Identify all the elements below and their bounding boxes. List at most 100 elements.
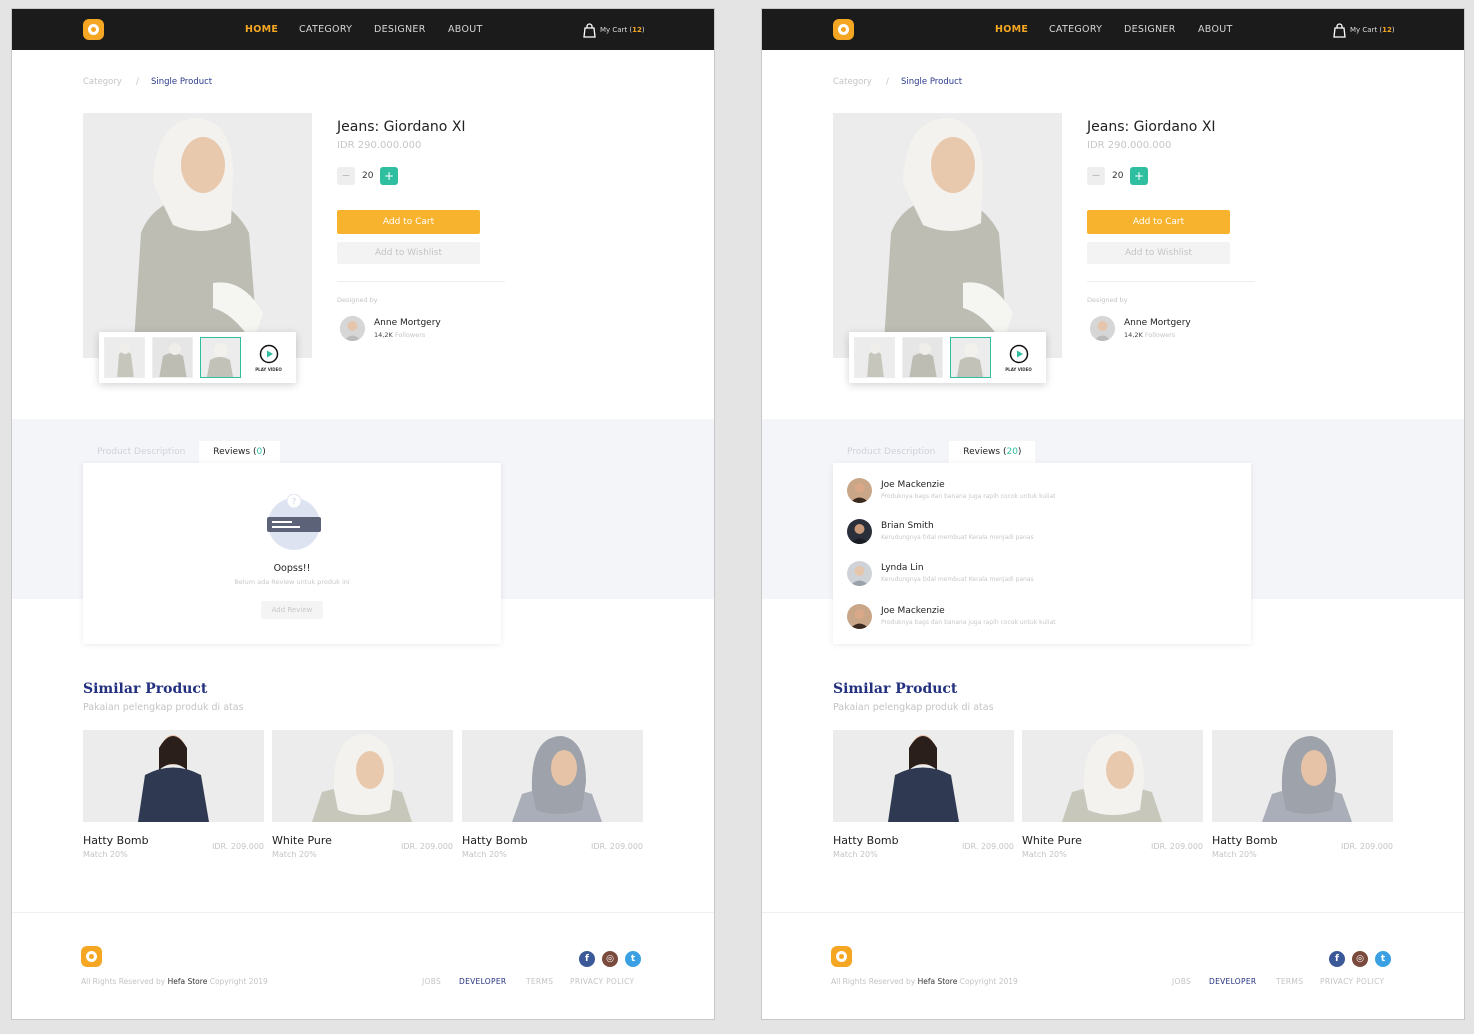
footer-link-jobs[interactable]: JOBS — [422, 977, 441, 986]
quantity-minus-button[interactable]: − — [337, 167, 355, 185]
similar-product-card[interactable]: Hatty Bomb Match 20% IDR. 209.000 — [462, 730, 643, 859]
similar-product-name[interactable]: Hatty Bomb — [1212, 834, 1278, 847]
quantity-plus-button[interactable]: + — [1130, 167, 1148, 185]
add-to-cart-button[interactable]: Add to Cart — [337, 210, 480, 234]
logo-ring-icon[interactable] — [833, 19, 854, 40]
nav-home[interactable]: HOME — [245, 24, 278, 35]
thumbnail-2[interactable] — [902, 337, 943, 378]
footer-link-developer[interactable]: DEVELOPER — [1209, 977, 1256, 986]
reviews-list-card: Joe Mackenzie Produknya bags dan banana … — [833, 463, 1251, 644]
footer-link-terms[interactable]: TERMS — [1276, 977, 1303, 986]
footer-logo-icon[interactable] — [81, 946, 102, 967]
nav-home[interactable]: HOME — [995, 24, 1028, 35]
nav-designer[interactable]: DESIGNER — [374, 24, 426, 35]
thumbnail-strip: PLAY VIDEO — [849, 332, 1046, 383]
facebook-icon[interactable]: f — [579, 951, 595, 967]
thumbnail-2[interactable] — [152, 337, 193, 378]
similar-product-price: IDR. 209.000 — [962, 842, 1014, 851]
designer-name[interactable]: Anne Mortgery — [374, 318, 441, 328]
play-circle-icon — [259, 344, 278, 363]
reviewer-name[interactable]: Joe Mackenzie — [881, 606, 945, 616]
footer-logo-icon[interactable] — [831, 946, 852, 967]
review-item: Joe Mackenzie Produknya bags dan banana … — [847, 604, 1237, 634]
similar-product-image[interactable] — [83, 730, 264, 822]
similar-product-image[interactable] — [462, 730, 643, 822]
similar-product-name[interactable]: Hatty Bomb — [833, 834, 899, 847]
similar-product-card[interactable]: Hatty Bomb Match 20% IDR. 209.000 — [83, 730, 264, 859]
footer-link-developer[interactable]: DEVELOPER — [459, 977, 506, 986]
reviewer-name[interactable]: Brian Smith — [881, 521, 934, 531]
similar-product-name[interactable]: White Pure — [272, 834, 332, 847]
designer-avatar[interactable] — [340, 316, 365, 341]
designer-followers: 14,2K Followers — [1124, 331, 1175, 339]
similar-product-match: Match 20% — [83, 850, 128, 859]
similar-product-name[interactable]: Hatty Bomb — [462, 834, 528, 847]
cart-label-close: ) — [641, 26, 645, 34]
nav-category[interactable]: CATEGORY — [1049, 24, 1102, 35]
similar-product-image[interactable] — [1022, 730, 1203, 822]
footer-link-privacy[interactable]: PRIVACY POLICY — [1320, 977, 1384, 986]
similar-product-card[interactable]: White Pure Match 20% IDR. 209.000 — [1022, 730, 1203, 859]
footer-link-jobs[interactable]: JOBS — [1172, 977, 1191, 986]
reviewer-name[interactable]: Joe Mackenzie — [881, 480, 945, 490]
product-price: IDR 290.000.000 — [337, 140, 422, 151]
thumbnail-3-selected[interactable] — [950, 337, 991, 378]
copyright-suffix: Copyright 2019 — [209, 977, 268, 986]
add-to-wishlist-button[interactable]: Add to Wishlist — [337, 242, 480, 264]
tab-product-description[interactable]: Product Description — [83, 441, 199, 463]
add-to-wishlist-button[interactable]: Add to Wishlist — [1087, 242, 1230, 264]
breadcrumb-category[interactable]: Category — [83, 77, 122, 87]
copyright-prefix: All Rights Reserved by — [81, 977, 166, 986]
followers-count: 14,2K — [374, 331, 393, 339]
instagram-icon[interactable]: ◎ — [602, 951, 618, 967]
twitter-icon[interactable]: t — [1375, 951, 1391, 967]
add-to-cart-button[interactable]: Add to Cart — [1087, 210, 1230, 234]
nav-about[interactable]: ABOUT — [1198, 24, 1233, 35]
logo-ring-icon[interactable] — [83, 19, 104, 40]
similar-product-name[interactable]: Hatty Bomb — [83, 834, 149, 847]
tab-reviews[interactable]: Reviews (0) — [199, 441, 280, 463]
followers-count: 14,2K — [1124, 331, 1143, 339]
thumbnail-1[interactable] — [854, 337, 895, 378]
footer-link-privacy[interactable]: PRIVACY POLICY — [570, 977, 634, 986]
nav-category[interactable]: CATEGORY — [299, 24, 352, 35]
similar-product-name[interactable]: White Pure — [1022, 834, 1082, 847]
nav-about[interactable]: ABOUT — [448, 24, 483, 35]
quantity-value: 20 — [1112, 171, 1124, 181]
designer-avatar[interactable] — [1090, 316, 1115, 341]
play-video-button[interactable]: PLAY VIDEO — [998, 337, 1039, 378]
nav-designer[interactable]: DESIGNER — [1124, 24, 1176, 35]
quantity-plus-button[interactable]: + — [380, 167, 398, 185]
copyright-brand[interactable]: Hefa Store — [168, 977, 208, 986]
breadcrumb-separator: / — [136, 77, 139, 87]
thumbnail-1[interactable] — [104, 337, 145, 378]
facebook-icon[interactable]: f — [1329, 951, 1345, 967]
reviewer-avatar[interactable] — [847, 604, 872, 629]
play-video-button[interactable]: PLAY VIDEO — [248, 337, 289, 378]
reviewer-name[interactable]: Lynda Lin — [881, 563, 924, 573]
footer-link-terms[interactable]: TERMS — [526, 977, 553, 986]
copyright-brand[interactable]: Hefa Store — [918, 977, 958, 986]
tab-reviews[interactable]: Reviews (20) — [949, 441, 1036, 463]
review-text: Kerudungnya tidal membuat Kerala menjadi… — [881, 576, 1034, 583]
cart-link[interactable]: My Cart (12) — [583, 22, 645, 38]
instagram-icon[interactable]: ◎ — [1352, 951, 1368, 967]
designer-name[interactable]: Anne Mortgery — [1124, 318, 1191, 328]
similar-product-image[interactable] — [1212, 730, 1393, 822]
reviewer-avatar[interactable] — [847, 561, 872, 586]
tab-product-description[interactable]: Product Description — [833, 441, 949, 463]
quantity-minus-button[interactable]: − — [1087, 167, 1105, 185]
cart-link[interactable]: My Cart (12) — [1333, 22, 1395, 38]
similar-product-image[interactable] — [272, 730, 453, 822]
similar-product-image[interactable] — [833, 730, 1014, 822]
similar-product-card[interactable]: Hatty Bomb Match 20% IDR. 209.000 — [833, 730, 1014, 859]
twitter-icon[interactable]: t — [625, 951, 641, 967]
reviewer-avatar[interactable] — [847, 519, 872, 544]
reviewer-avatar[interactable] — [847, 478, 872, 503]
add-review-button[interactable]: Add Review — [261, 601, 323, 619]
thumbnail-3-selected[interactable] — [200, 337, 241, 378]
breadcrumb-category[interactable]: Category — [833, 77, 872, 87]
similar-product-card[interactable]: White Pure Match 20% IDR. 209.000 — [272, 730, 453, 859]
similar-product-card[interactable]: Hatty Bomb Match 20% IDR. 209.000 — [1212, 730, 1393, 859]
similar-product-match: Match 20% — [462, 850, 507, 859]
